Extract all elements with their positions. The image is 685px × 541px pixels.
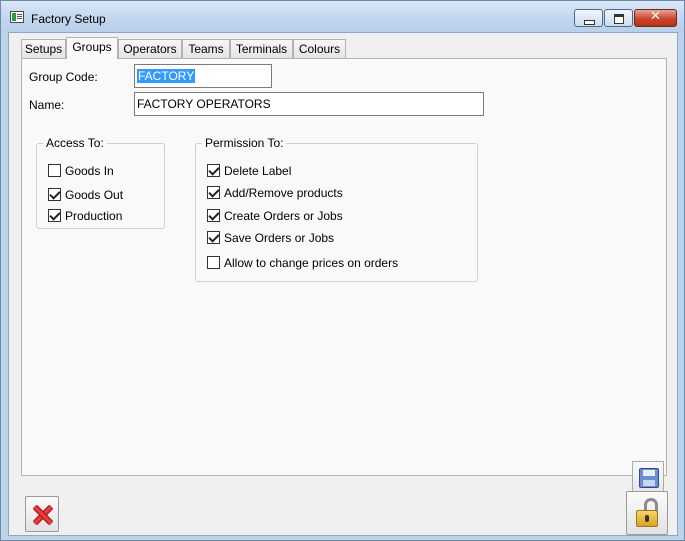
checkbox-box[interactable]: [207, 256, 220, 269]
checkbox-label: Add/Remove products: [224, 186, 343, 200]
close-button[interactable]: ✕: [634, 9, 677, 27]
access-to-group: Access To: Goods In Goods Out Production: [36, 136, 165, 229]
title-bar[interactable]: Factory Setup ✕: [1, 1, 684, 33]
app-icon: [10, 11, 24, 23]
checkbox-box[interactable]: [207, 164, 220, 177]
checkbox-box[interactable]: [207, 186, 220, 199]
groups-panel: Group Code: FACTORY Name: FACTORY OPERAT…: [21, 58, 667, 493]
checkbox-box[interactable]: [207, 231, 220, 244]
group-code-label: Group Code:: [29, 70, 98, 84]
checkbox-label: Save Orders or Jobs: [224, 231, 335, 245]
window-title: Factory Setup: [31, 12, 106, 26]
checkbox-label: Goods In: [65, 164, 114, 178]
tab-terminals[interactable]: Terminals: [230, 39, 293, 58]
factory-setup-window: Factory Setup ✕ Setups Groups Operators …: [0, 0, 685, 541]
maximize-button[interactable]: [604, 9, 633, 27]
client-area: Setups Groups Operators Teams Terminals …: [8, 32, 678, 536]
tab-setups[interactable]: Setups: [21, 39, 66, 58]
permission-to-title: Permission To:: [202, 136, 287, 150]
permission-to-group: Permission To: Delete Label Add/Remove p…: [195, 136, 478, 282]
group-code-value: FACTORY: [137, 69, 196, 83]
red-x-icon: [31, 503, 55, 527]
tab-operators[interactable]: Operators: [118, 39, 182, 58]
group-code-input[interactable]: FACTORY: [134, 64, 272, 88]
access-to-title: Access To:: [43, 136, 107, 150]
name-input[interactable]: FACTORY OPERATORS: [134, 92, 484, 116]
padlock-body: [636, 510, 658, 527]
checkbox-label: Create Orders or Jobs: [224, 209, 343, 223]
checkbox-label: Allow to change prices on orders: [224, 256, 399, 270]
tab-groups[interactable]: Groups: [66, 37, 118, 59]
save-button[interactable]: [632, 461, 664, 493]
minimize-button[interactable]: [574, 9, 603, 27]
checkbox-label: Goods Out: [65, 188, 124, 202]
checkbox-label: Production: [65, 209, 123, 223]
checkbox-box[interactable]: [48, 188, 61, 201]
checkbox-box[interactable]: [48, 209, 61, 222]
tab-colours[interactable]: Colours: [293, 39, 346, 58]
lock-button[interactable]: [626, 491, 668, 535]
padlock-icon: [636, 498, 660, 528]
tab-teams[interactable]: Teams: [182, 39, 230, 58]
checkbox-box[interactable]: [207, 209, 220, 222]
checkbox-label: Delete Label: [224, 164, 292, 178]
floppy-disk-icon: [639, 468, 659, 488]
close-icon: ✕: [650, 9, 661, 24]
checkbox-box[interactable]: [48, 164, 61, 177]
name-value: FACTORY OPERATORS: [137, 97, 271, 111]
name-label: Name:: [29, 98, 65, 112]
cancel-button[interactable]: [25, 496, 59, 532]
